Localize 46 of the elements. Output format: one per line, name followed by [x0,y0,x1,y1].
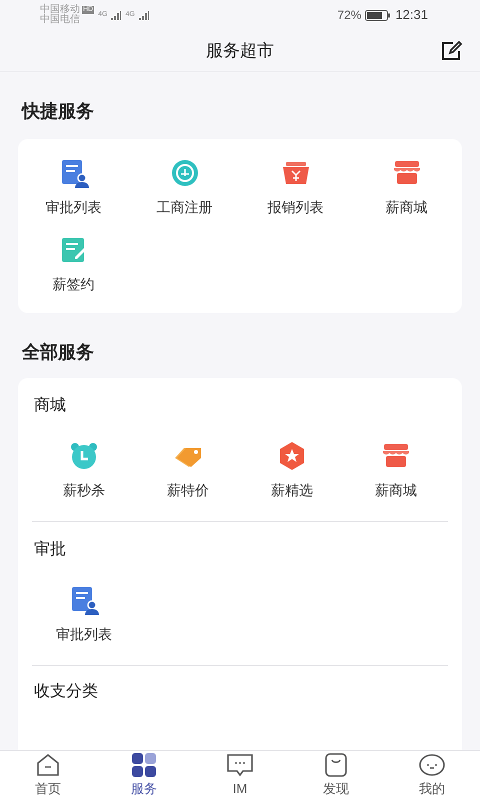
page-title: 服务超市 [206,40,274,62]
grid-icon [130,752,158,778]
face-icon [418,752,446,778]
service-label: 薪精选 [271,481,313,500]
tab[interactable]: 我的 [384,751,480,800]
battery-percent: 72% [337,7,362,24]
service-item[interactable]: 工商注册 [129,157,240,218]
carrier-name: 中国移动 [40,5,80,15]
service-item[interactable]: 薪商城 [344,440,448,501]
signal-icon [138,10,149,20]
service-item[interactable]: 薪精选 [240,440,344,501]
service-item[interactable]: 薪秒杀 [32,440,136,501]
service-item[interactable]: 审批列表 [18,157,129,218]
service-label: 审批列表 [56,625,112,644]
battery-icon [365,10,392,20]
section-title: 全部服务 [20,341,95,364]
service-label: 薪商城 [375,481,417,500]
service-label: 工商注册 [156,198,212,217]
service-item[interactable]: 报销列表 [240,157,351,218]
tab[interactable]: IM [192,751,288,800]
service-label: 报销列表 [268,198,324,217]
service-label: 薪商城 [386,198,428,217]
home-icon [34,752,62,778]
service-label: 薪特价 [167,481,209,500]
carrier-name: 中国电信 [40,15,81,25]
alarm-clock-icon [68,440,100,472]
service-item[interactable]: 薪签约 [18,234,129,295]
chat-bubble-icon [226,752,254,778]
service-label: 薪签约 [52,275,94,294]
clock-time: 12:31 [395,6,428,24]
service-label: 薪秒杀 [63,481,105,500]
tab[interactable]: 首页 [0,751,96,800]
edit-button[interactable] [440,40,464,62]
edit-icon [441,41,463,61]
group-title: 审批 [33,540,67,560]
service-item[interactable]: 薪特价 [136,440,240,501]
tab[interactable]: 发现 [288,751,384,800]
service-label: 审批列表 [46,198,102,217]
bag-icon [322,752,350,778]
service-item[interactable]: 薪商城 [351,157,462,218]
tab[interactable]: 服务 [96,751,192,800]
group-title: 商城 [33,396,67,416]
group-title: 收支分类 [33,682,99,702]
service-item[interactable]: 审批列表 [32,584,136,645]
section-title: 快捷服务 [20,100,95,123]
signal-icon [111,10,122,20]
